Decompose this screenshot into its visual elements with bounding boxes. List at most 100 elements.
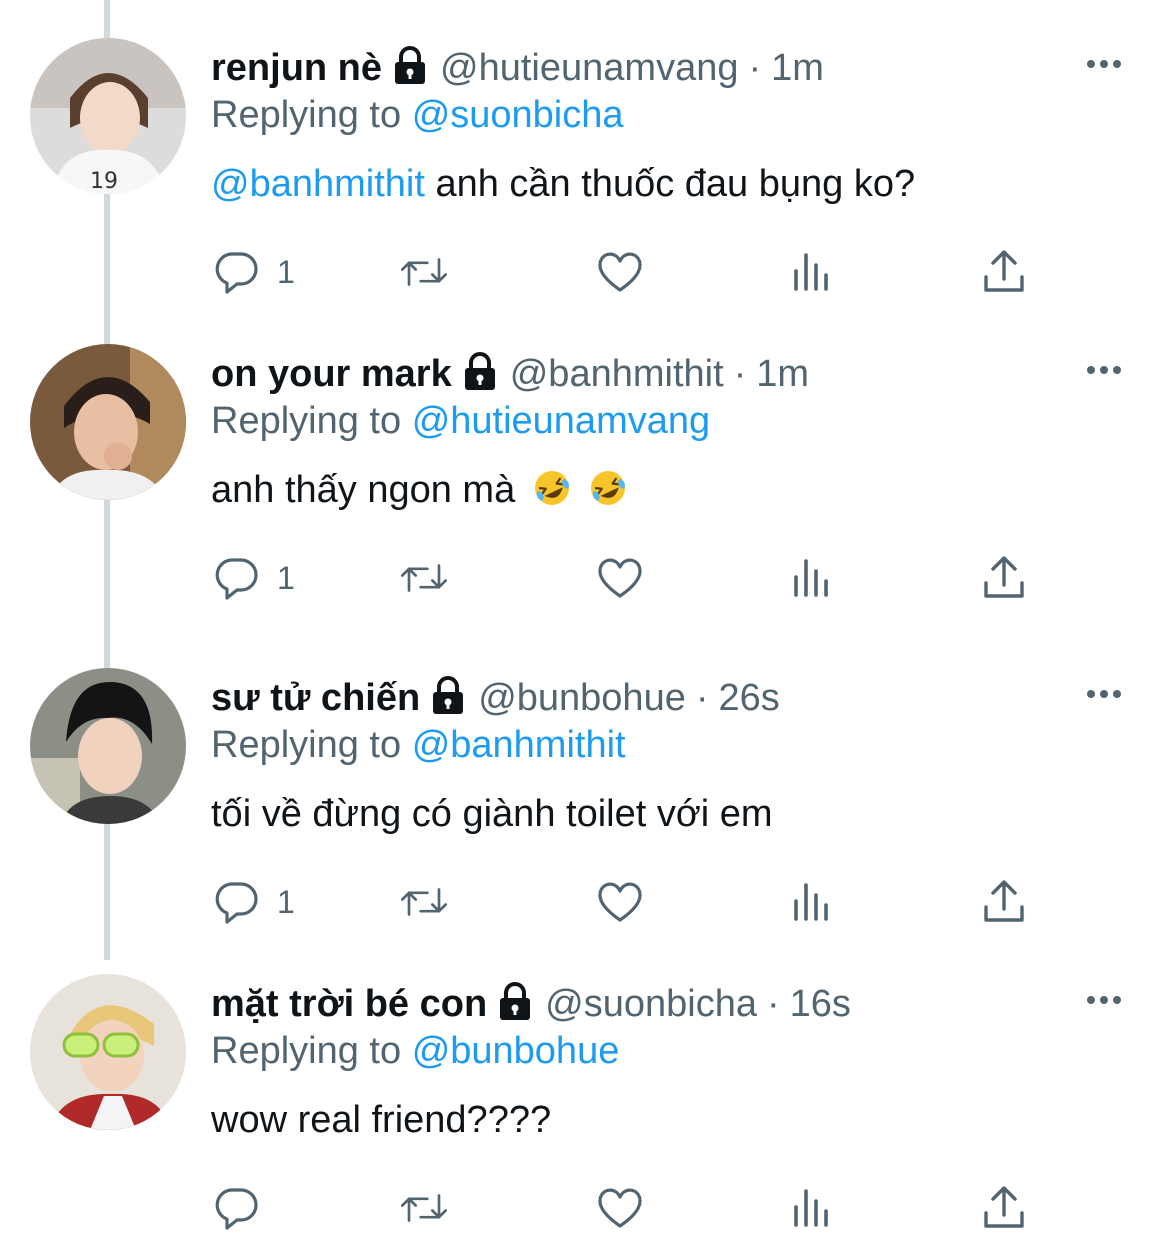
share-button[interactable] [979,240,1029,304]
heart-icon [598,882,642,922]
views-icon [794,253,828,291]
reply-count: 1 [277,883,295,920]
retweet-icon [401,564,447,592]
replying-prefix: Replying to [211,94,402,136]
reply-button[interactable]: 1 [211,870,295,934]
timestamp[interactable]: 1m [756,353,809,396]
tweet-header: mặt trời bé con @suonbicha · 16s [211,980,1090,1028]
tweet[interactable]: mặt trời bé con @suonbicha · 16s Replyin… [0,966,1170,1254]
reply-button[interactable] [211,1176,277,1240]
lock-icon [500,982,531,1020]
action-bar [211,1176,1041,1240]
user-handle[interactable]: @suonbicha [545,983,757,1026]
share-button[interactable] [979,870,1029,934]
share-button[interactable] [979,1176,1029,1240]
tweet[interactable]: 19 renjun nè @hutieunamvang · 1m Replyin… [0,30,1170,336]
views-button[interactable] [787,546,837,610]
replying-to: Replying to @bunbohue [211,1030,619,1073]
tweet[interactable]: sư tử chiến @bunbohue · 26s Replying to … [0,660,1170,966]
user-handle[interactable]: @banhmithit [510,353,724,396]
action-bar: 1 [211,240,1041,304]
reply-button[interactable]: 1 [211,546,295,610]
retweet-icon [401,888,447,916]
mention-link[interactable]: @banhmithit [211,163,425,205]
like-button[interactable] [595,546,645,610]
replying-prefix: Replying to [211,400,402,442]
share-icon [984,250,1024,292]
replying-to-link[interactable]: @suonbicha [412,94,624,136]
replying-to-link[interactable]: @bunbohue [412,1030,620,1072]
replying-to: Replying to @suonbicha [211,94,624,137]
user-handle[interactable]: @bunbohue [478,677,686,720]
more-icon[interactable] [1082,682,1126,706]
rolling-on-floor-laughing-emoji [591,471,626,505]
tweet-text: wow real friend???? [211,1096,551,1144]
retweet-icon [401,1194,447,1222]
heart-icon [598,558,642,598]
retweet-button[interactable] [399,1176,449,1240]
tweet-text-content: wow real friend???? [211,1099,552,1141]
views-icon [794,1189,828,1227]
more-icon[interactable] [1082,358,1126,382]
avatar[interactable]: 19 [30,38,186,194]
reply-icon [215,252,258,294]
views-button[interactable] [787,240,837,304]
like-button[interactable] [595,870,645,934]
heart-icon [598,1188,642,1228]
tweet-text: anh thấy ngon mà [211,466,628,514]
retweet-button[interactable] [399,240,449,304]
views-button[interactable] [787,1176,837,1240]
tweet-text-content: anh cần thuốc đau bụng ko? [435,163,916,205]
user-handle[interactable]: @hutieunamvang [440,47,738,90]
tweet-text-content: anh thấy ngon mà [211,469,516,511]
views-icon [794,559,828,597]
retweet-button[interactable] [399,546,449,610]
replying-prefix: Replying to [211,724,402,766]
tweet-text: tối về đừng có giành toilet với em [211,790,773,838]
tweet-header: on your mark @banhmithit · 1m [211,350,1090,398]
replying-to-link[interactable]: @hutieunamvang [412,400,710,442]
retweet-icon [401,258,447,286]
replying-to: Replying to @hutieunamvang [211,400,710,443]
reply-button[interactable]: 1 [211,240,295,304]
action-bar: 1 [211,870,1041,934]
display-name[interactable]: mặt trời bé con [211,983,487,1026]
avatar[interactable] [30,668,186,824]
avatar[interactable] [30,974,186,1130]
lock-icon [464,352,495,390]
reply-icon [215,882,258,924]
avatar[interactable] [30,344,186,500]
lock-icon [395,46,426,84]
share-button[interactable] [979,546,1029,610]
separator-dot: · [748,46,762,89]
retweet-button[interactable] [399,870,449,934]
more-icon[interactable] [1082,52,1126,76]
separator-dot: · [695,676,709,719]
rolling-on-floor-laughing-emoji [534,471,569,505]
reply-count: 1 [277,559,295,596]
views-button[interactable] [787,870,837,934]
replying-prefix: Replying to [211,1030,402,1072]
reply-icon [215,558,258,600]
replying-to-link[interactable]: @banhmithit [412,724,626,766]
timestamp[interactable]: 1m [771,47,824,90]
display-name[interactable]: renjun nè [211,47,382,90]
timestamp[interactable]: 16s [790,983,851,1026]
more-icon[interactable] [1082,988,1126,1012]
tweet-header: sư tử chiến @bunbohue · 26s [211,674,1090,722]
timestamp[interactable]: 26s [719,677,780,720]
lock-icon [433,676,464,714]
like-button[interactable] [595,240,645,304]
like-button[interactable] [595,1176,645,1240]
reply-count: 1 [277,253,295,290]
display-name[interactable]: on your mark [211,353,452,396]
replying-to: Replying to @banhmithit [211,724,626,767]
tweet-text: @banhmithit anh cần thuốc đau bụng ko? [211,160,915,208]
reply-thread: 19 renjun nè @hutieunamvang · 1m Replyin… [0,0,1170,1254]
display-name[interactable]: sư tử chiến [211,677,420,720]
share-icon [984,1186,1024,1228]
tweet[interactable]: on your mark @banhmithit · 1m Replying t… [0,336,1170,642]
share-icon [984,556,1024,598]
separator-dot: · [767,982,780,1025]
heart-icon [598,252,642,292]
